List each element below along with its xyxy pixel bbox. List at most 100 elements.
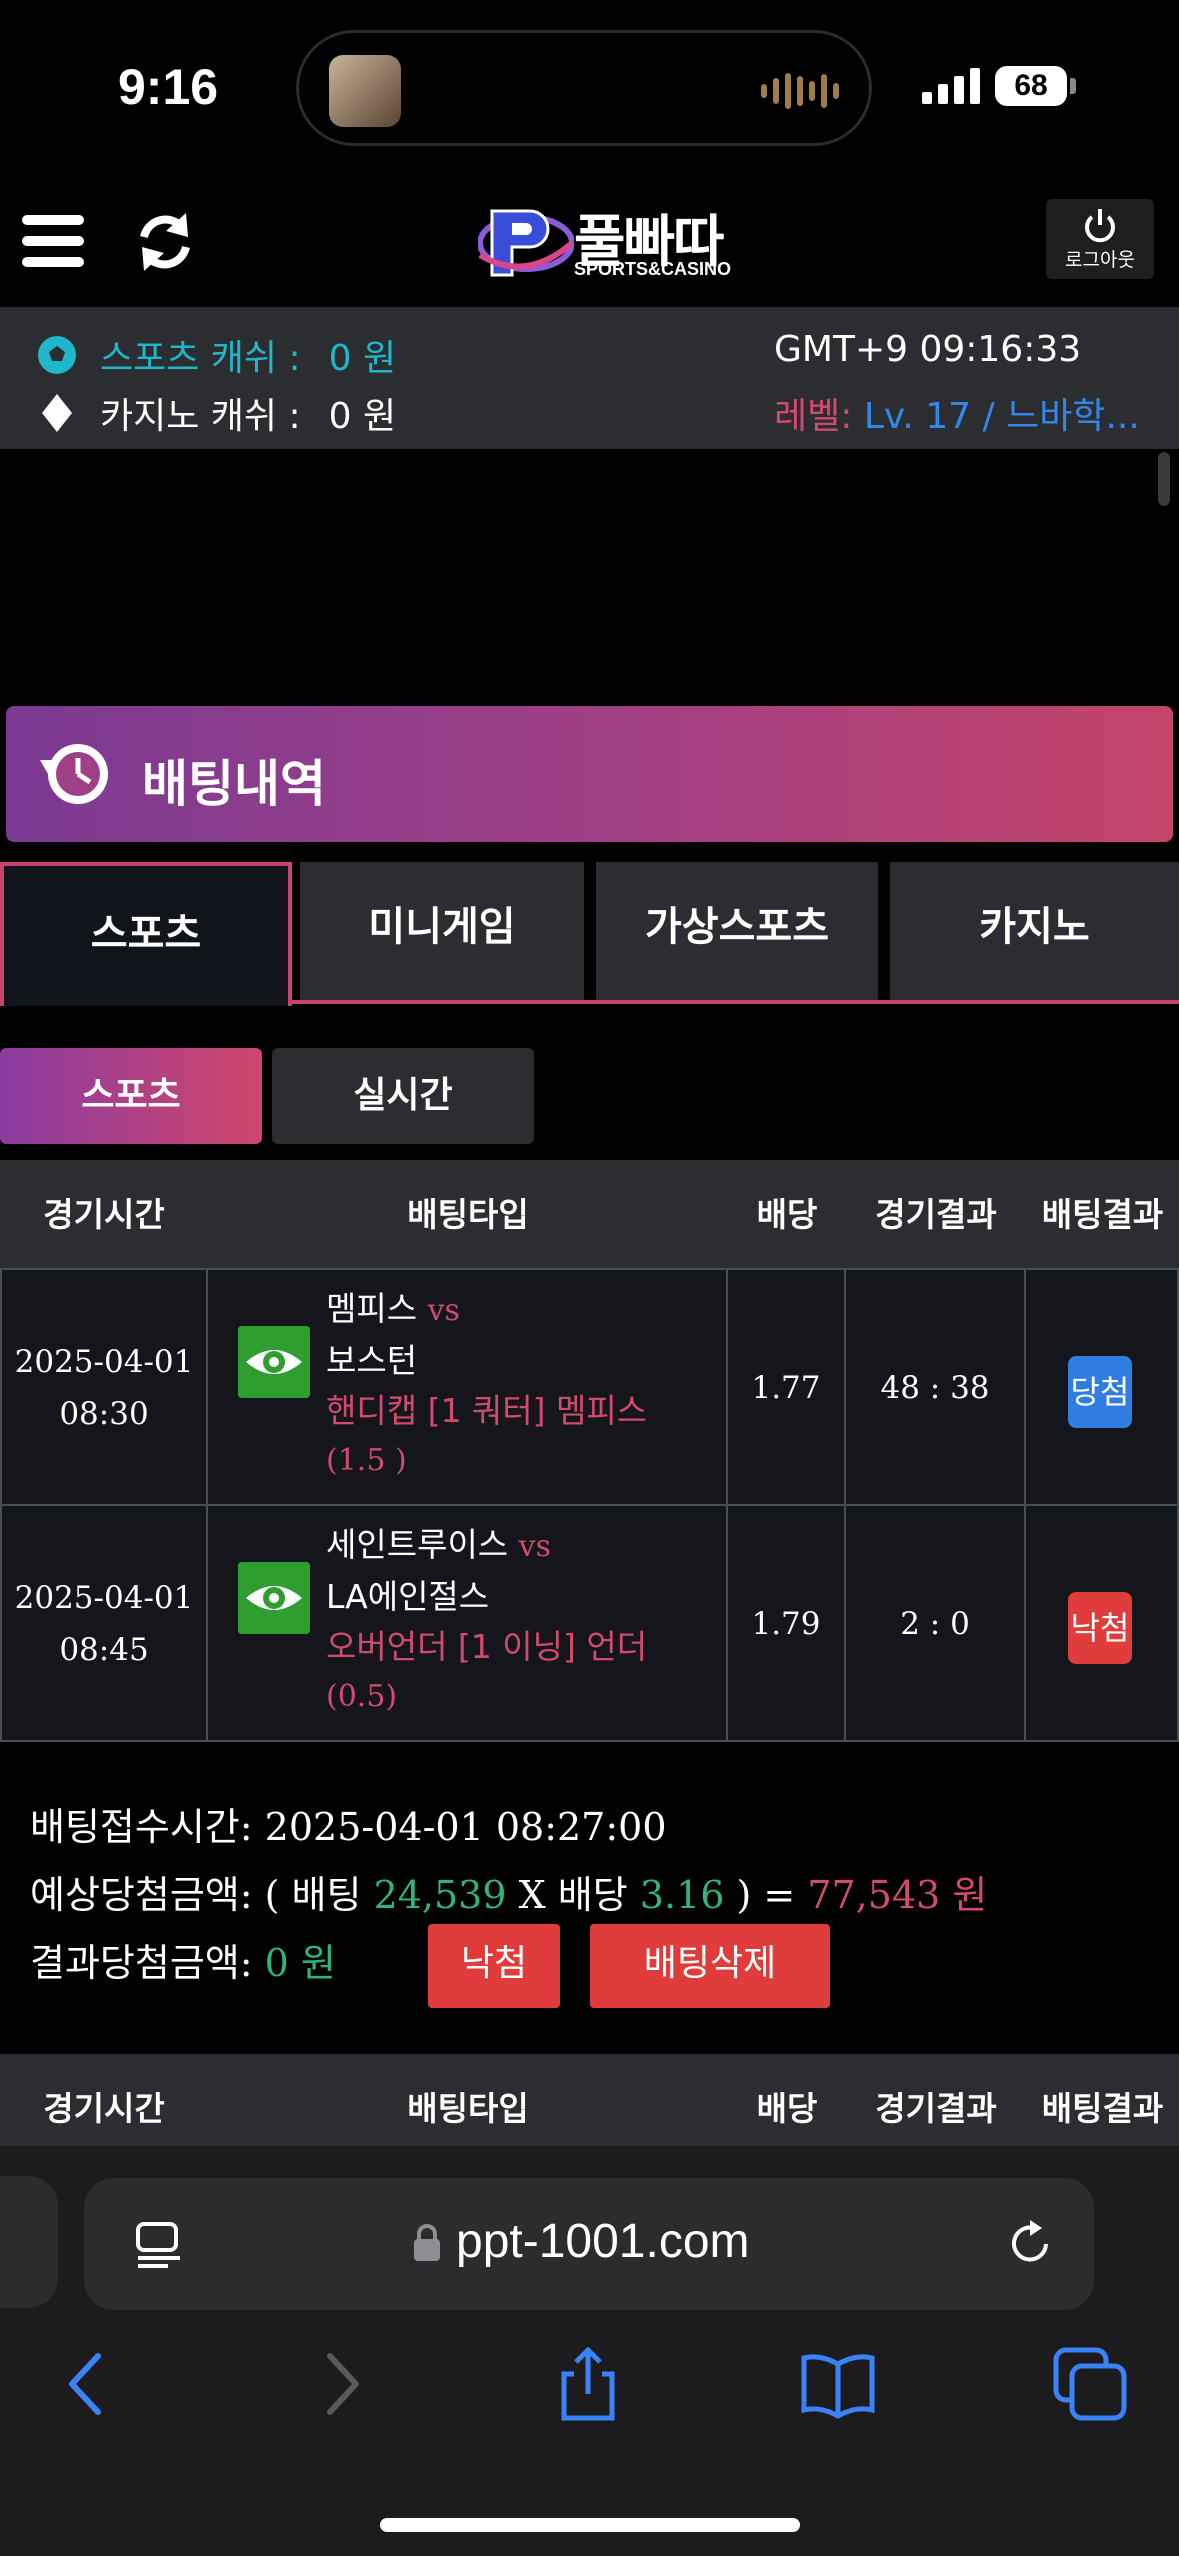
bet-status-button[interactable]: 낙첨 bbox=[428, 1924, 560, 2008]
tab-casino[interactable]: 카지노 bbox=[890, 862, 1179, 1002]
logo-p-mark-icon bbox=[478, 209, 574, 277]
category-tabs: 스포츠 미니게임 가상스포츠 카지노 bbox=[0, 862, 1179, 1006]
ios-status-bar: 9:16 68 bbox=[0, 0, 1179, 175]
back-icon[interactable] bbox=[48, 2344, 128, 2424]
result-label: 결과당첨금액: bbox=[30, 1941, 253, 1985]
match-date: 2025-04-01 bbox=[14, 1344, 194, 1380]
expected-win-line: 예상당첨금액: ( 배팅 24,539 X 배당 3.16 ) = 77,543… bbox=[30, 1864, 987, 1919]
col-bet-result: 배팅결과 bbox=[1041, 1195, 1164, 1234]
logout-button[interactable]: 로그아웃 bbox=[1046, 199, 1154, 279]
casino-cash-label: 카지노 캐쉬 : bbox=[100, 396, 301, 437]
logo-subtitle: SPORTS&CASINO bbox=[574, 259, 732, 279]
sports-cash-label: 스포츠 캐쉬 : bbox=[100, 338, 301, 379]
total-odds: 3.16 bbox=[639, 1873, 725, 1917]
battery-tip bbox=[1070, 78, 1076, 94]
bet-result-cell: 당첨 bbox=[1026, 1270, 1179, 1504]
diamond-icon bbox=[42, 394, 72, 432]
subtab-live[interactable]: 실시간 bbox=[272, 1048, 534, 1144]
user-level: 레벨: Lv. 17 / 느바학... bbox=[774, 387, 1144, 439]
bet-line: (0.5) bbox=[326, 1679, 398, 1714]
table-row: 2025-04-01 08:30 멤피스 vs 보스턴 핸디캡 [1 쿼터] 멤… bbox=[0, 1268, 1179, 1504]
browser-toolbar: ppt-1001.com bbox=[0, 2146, 1179, 2556]
bet-description: 멤피스 vs 보스턴 핸디캡 [1 쿼터] 멤피스 (1.5 ) bbox=[326, 1284, 647, 1486]
received-value: 2025-04-01 08:27:00 bbox=[264, 1805, 667, 1849]
power-icon bbox=[1085, 209, 1115, 243]
tabs-icon[interactable] bbox=[1050, 2344, 1130, 2424]
section-header: 배팅내역 bbox=[6, 706, 1173, 842]
tab-sports[interactable]: 스포츠 bbox=[0, 862, 292, 1006]
audio-waveform-icon bbox=[761, 73, 839, 109]
bet-result-cell: 낙첨 bbox=[1026, 1506, 1179, 1740]
subtab-sports[interactable]: 스포츠 bbox=[0, 1048, 262, 1144]
match-time-cell: 2025-04-01 08:45 bbox=[0, 1506, 208, 1740]
stake-amount: 24,539 bbox=[373, 1873, 507, 1917]
forward-icon[interactable] bbox=[300, 2344, 380, 2424]
home-indicator[interactable] bbox=[380, 2518, 800, 2532]
score-cell: 48 : 38 bbox=[846, 1270, 1026, 1504]
away-team: 보스턴 bbox=[326, 1341, 418, 1380]
sports-cash-value: 0 원 bbox=[328, 338, 397, 379]
bookmarks-icon[interactable] bbox=[798, 2344, 878, 2424]
now-playing-artwork bbox=[329, 55, 401, 127]
reader-mode-icon[interactable] bbox=[134, 2220, 184, 2270]
match-time-cell: 2025-04-01 08:30 bbox=[0, 1270, 208, 1504]
tab-minigame[interactable]: 미니게임 bbox=[300, 862, 584, 1002]
eye-icon[interactable] bbox=[238, 1326, 310, 1398]
result-win-line: 결과당첨금액: 0 원 bbox=[30, 1932, 336, 1987]
vs-label: vs bbox=[427, 1293, 460, 1328]
bet-type-cell: 멤피스 vs 보스턴 핸디캡 [1 쿼터] 멤피스 (1.5 ) bbox=[208, 1270, 728, 1504]
expected-label: 예상당첨금액: ( 배팅 bbox=[30, 1873, 362, 1917]
server-clock: GMT+9 09:16:33 bbox=[774, 329, 1082, 370]
status-time: 9:16 bbox=[118, 59, 219, 115]
match-date: 2025-04-01 bbox=[14, 1580, 194, 1616]
x-odds-label: X 배당 bbox=[518, 1873, 628, 1917]
tab-virtual-sports[interactable]: 가상스포츠 bbox=[596, 862, 878, 1002]
reload-icon[interactable] bbox=[1002, 2216, 1058, 2272]
result-amount: 0 원 bbox=[264, 1941, 336, 1985]
expected-win-amount: 77,543 원 bbox=[807, 1873, 988, 1917]
casino-cash-value: 0 원 bbox=[328, 396, 397, 437]
match-clock: 08:30 bbox=[59, 1396, 149, 1432]
level-value: Lv. 17 / 느바학... bbox=[863, 396, 1140, 437]
bet-pick: 오버언더 [1 이닝] 언더 bbox=[326, 1627, 648, 1666]
lock-icon bbox=[414, 2224, 440, 2261]
delete-bet-button[interactable]: 배팅삭제 bbox=[590, 1924, 830, 2008]
eye-icon[interactable] bbox=[238, 1562, 310, 1634]
table-header: 경기시간 배팅타입 배당 경기결과 배팅결과 bbox=[0, 1160, 1179, 1270]
table-row: 2025-04-01 08:45 세인트루이스 vs LA에인절스 오버언더 [… bbox=[0, 1504, 1179, 1742]
received-time-line: 배팅접수시간: 2025-04-01 08:27:00 bbox=[30, 1796, 667, 1851]
battery-icon: 68 bbox=[995, 66, 1067, 106]
soccer-ball-icon bbox=[38, 336, 76, 374]
previous-tab-preview[interactable] bbox=[0, 2176, 58, 2308]
score-cell: 2 : 0 bbox=[846, 1506, 1026, 1740]
page-title: 배팅내역 bbox=[142, 755, 326, 813]
match-clock: 08:45 bbox=[59, 1632, 149, 1668]
odds-cell: 1.79 bbox=[728, 1506, 846, 1740]
odds-cell: 1.77 bbox=[728, 1270, 846, 1504]
sports-cash-row: 스포츠 캐쉬 : 0 원 bbox=[36, 329, 396, 381]
lose-badge: 낙첨 bbox=[1068, 1592, 1132, 1664]
site-logo[interactable]: 풀빠따 SPORTS&CASINO bbox=[478, 197, 738, 287]
bet-description: 세인트루이스 vs LA에인절스 오버언더 [1 이닝] 언더 (0.5) bbox=[326, 1520, 647, 1722]
url-text[interactable]: ppt-1001.com bbox=[456, 2214, 750, 2269]
menu-icon[interactable] bbox=[22, 215, 84, 267]
logout-label: 로그아웃 bbox=[1065, 249, 1135, 271]
address-bar[interactable]: ppt-1001.com bbox=[84, 2178, 1094, 2310]
vs-label: vs bbox=[518, 1529, 552, 1564]
level-key: 레벨: bbox=[774, 396, 864, 437]
scrollbar[interactable] bbox=[1158, 452, 1170, 506]
history-clock-icon bbox=[40, 744, 108, 804]
dynamic-island bbox=[296, 30, 872, 146]
col-match-time: 경기시간 bbox=[43, 1195, 165, 1234]
bet-pick: 핸디캡 [1 쿼터] 멤피스 bbox=[326, 1391, 648, 1430]
col-odds: 배당 bbox=[756, 1195, 818, 1234]
home-team: 멤피스 bbox=[326, 1289, 418, 1328]
account-info-bar: 스포츠 캐쉬 : 0 원 카지노 캐쉬 : 0 원 GMT+9 09:16:33… bbox=[0, 307, 1179, 449]
share-icon[interactable] bbox=[548, 2344, 628, 2424]
win-badge: 당첨 bbox=[1068, 1356, 1132, 1428]
col-bet-type: 배팅타입 bbox=[407, 1195, 529, 1234]
refresh-icon[interactable] bbox=[130, 207, 200, 277]
cellular-signal-icon bbox=[922, 64, 980, 104]
casino-cash-row: 카지노 캐쉬 : 0 원 bbox=[36, 387, 396, 439]
app-header: 풀빠따 SPORTS&CASINO 로그아웃 bbox=[0, 175, 1179, 307]
